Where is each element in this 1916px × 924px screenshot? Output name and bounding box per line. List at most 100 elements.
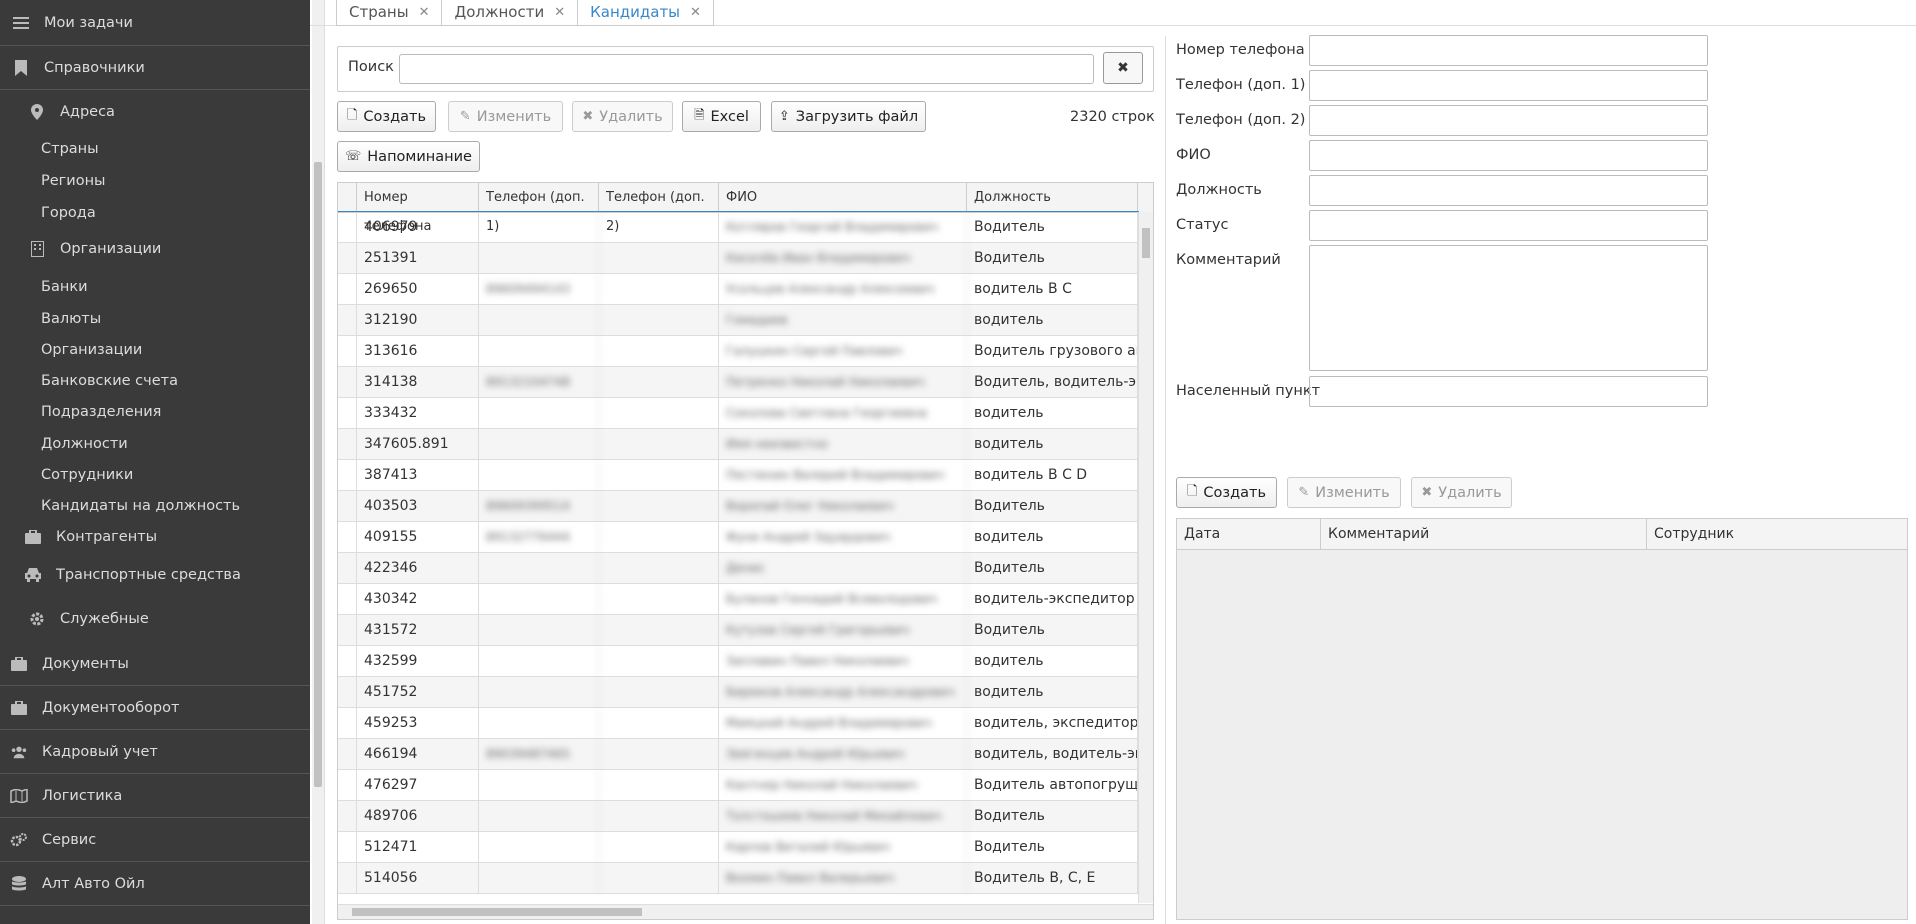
row-selector[interactable] [338,398,357,428]
row-selector[interactable] [338,708,357,738]
table-row[interactable]: 403503 89609399514 Воропай Олег Николаевич… [338,491,1138,522]
phone1-field[interactable] [1309,70,1708,101]
scrollbar-thumb[interactable] [1142,228,1150,258]
sidebar-item-bank-accounts[interactable]: Банковские счета [0,370,310,392]
search-input[interactable] [399,54,1094,84]
column-header[interactable]: Должность [967,183,1138,212]
row-selector[interactable] [338,212,357,242]
edit-button[interactable]: ✎ Изменить [448,101,563,132]
row-selector[interactable] [338,832,357,862]
excel-button[interactable]: 🗎 Excel [682,101,761,132]
row-selector[interactable] [338,460,357,490]
phone2-field[interactable] [1309,105,1708,136]
row-selector[interactable] [338,677,357,707]
row-selector[interactable] [338,739,357,769]
panel-divider[interactable] [1165,36,1166,924]
vertical-scrollbar[interactable] [1138,212,1153,903]
sidebar-item-candidates[interactable]: Кандидаты на должность [0,495,310,517]
tab-candidates[interactable]: Кандидаты ✕ [577,0,714,26]
reminder-delete-button[interactable]: ✖ Удалить [1411,477,1512,508]
row-selector[interactable] [338,615,357,645]
table-row[interactable]: 333432 Соколова Светлана Георгиевна водите… [338,398,1138,429]
close-icon[interactable]: ✕ [419,1,430,24]
row-selector[interactable] [338,770,357,800]
table-row[interactable]: 312190 Гомадиев водитель [338,305,1138,336]
table-row[interactable]: 251391 Киселёв Иван Владимирович Водитель [338,243,1138,274]
table-row[interactable]: 466194 89039487465 Звягинцев Андрей Юрьеви… [338,739,1138,770]
create-button[interactable]: 🗋 Создать [337,101,436,132]
row-selector[interactable] [338,305,357,335]
status-field[interactable] [1309,210,1708,241]
reminder-edit-button[interactable]: ✎ Изменить [1287,477,1401,508]
position-field[interactable] [1309,175,1708,206]
sidebar-item-regions[interactable]: Регионы [0,170,310,192]
table-row[interactable]: 387413 Пестюнин Валерий Владимирович водит… [338,460,1138,491]
table-row[interactable]: 431572 Кутузов Сергей Григорьевич Водитель [338,615,1138,646]
column-header[interactable]: Сотрудник [1647,519,1907,550]
row-selector[interactable] [338,429,357,459]
close-icon[interactable]: ✕ [690,1,701,24]
row-selector[interactable] [338,522,357,552]
table-row[interactable]: 514056 Вохмин Павел Валерьевич Водитель В,… [338,863,1138,894]
table-row[interactable]: 430342 Буланов Геннадий Всеволодович водит… [338,584,1138,615]
scrollbar-thumb[interactable] [352,908,642,916]
delete-button[interactable]: ✖ Удалить [572,101,673,132]
table-row[interactable]: 512471 Карпов Виталий Юрьевич Водитель [338,832,1138,863]
row-selector[interactable] [338,367,357,397]
table-row[interactable]: 269650 89609494143 Усольцев Александр Алек… [338,274,1138,305]
table-row[interactable]: 476297 Кантнер Николай Николаевич Водитель… [338,770,1138,801]
row-selector[interactable] [338,646,357,676]
sidebar-item-vehicles[interactable]: Транспортные средства [0,564,310,586]
sidebar-item-positions[interactable]: Должности [0,433,310,455]
fio-field[interactable] [1309,140,1708,171]
tab-positions[interactable]: Должности ✕ [441,0,579,26]
table-row[interactable]: 459253 Мамцкий Андрей Владимирович водител… [338,708,1138,739]
close-icon[interactable]: ✕ [554,1,565,24]
row-selector[interactable] [338,584,357,614]
row-selector[interactable] [338,863,357,893]
row-selector[interactable] [338,274,357,304]
sidebar-item-service[interactable]: Сервис [0,818,310,862]
table-row[interactable]: 451752 Бирюков Александр Александрович вод… [338,677,1138,708]
column-header[interactable]: Дата [1177,519,1321,550]
phone-field[interactable] [1309,35,1708,66]
sidebar-item-currencies[interactable]: Валюты [0,308,310,330]
table-row[interactable]: 406979 Котляров Георгий Владимирович Водит… [338,211,1139,244]
sidebar-item-counterparties[interactable]: Контрагенты [0,526,310,548]
sidebar-item-hr[interactable]: Кадровый учет [0,730,310,774]
sidebar-item-logistics[interactable]: Логистика [0,774,310,818]
sidebar-item-banks[interactable]: Банки [0,276,310,298]
sidebar-item-organizations[interactable]: Организации [0,339,310,361]
table-row[interactable]: 347605.891 Имя неизвестно водитель [338,429,1138,460]
column-header[interactable]: Номер телефона [357,183,479,234]
sidebar-scrollbar[interactable] [312,0,325,924]
row-selector[interactable] [338,553,357,583]
scrollbar-thumb[interactable] [314,162,322,787]
sidebar-item-addresses[interactable]: Адреса [0,100,310,124]
sidebar-item-my-tasks[interactable]: Мои задачи [0,0,310,46]
table-row[interactable]: 314138 89132104748 Петренко Николай Никола… [338,367,1138,398]
row-selector[interactable] [338,336,357,366]
row-selector[interactable] [338,801,357,831]
sidebar-item-cities[interactable]: Города [0,202,310,224]
sidebar-item-countries[interactable]: Страны [0,138,310,160]
tab-countries[interactable]: Страны ✕ [336,0,443,26]
row-selector[interactable] [338,243,357,273]
row-selector[interactable] [338,491,357,521]
sidebar-item-service-group[interactable]: Служебные [0,608,310,630]
table-row[interactable]: 489706 Толстошеев Николай Михайлович Водит… [338,801,1138,832]
reminder-create-button[interactable]: 🗋 Создать [1176,477,1277,508]
comment-field[interactable] [1309,245,1708,371]
sidebar-item-document-flow[interactable]: Документооборот [0,686,310,730]
column-header[interactable]: Телефон (доп. 1) [479,183,599,234]
horizontal-scrollbar[interactable] [338,904,1153,919]
clear-search-button[interactable]: ✖ [1103,52,1143,84]
sidebar-item-departments[interactable]: Подразделения [0,401,310,423]
table-row[interactable]: 409155 89132776444 Фуни Андрей Эдуардович в… [338,522,1138,553]
sidebar-item-directories[interactable]: Справочники [0,46,310,90]
sidebar-item-alt-auto-oil[interactable]: Алт Авто Ойл [0,862,310,906]
column-header[interactable]: ФИО [719,183,967,212]
sidebar-item-employees[interactable]: Сотрудники [0,464,310,486]
locality-field[interactable] [1309,376,1708,407]
table-row[interactable]: 313616 Галушкин Сергей Павлович Водитель г… [338,336,1138,367]
